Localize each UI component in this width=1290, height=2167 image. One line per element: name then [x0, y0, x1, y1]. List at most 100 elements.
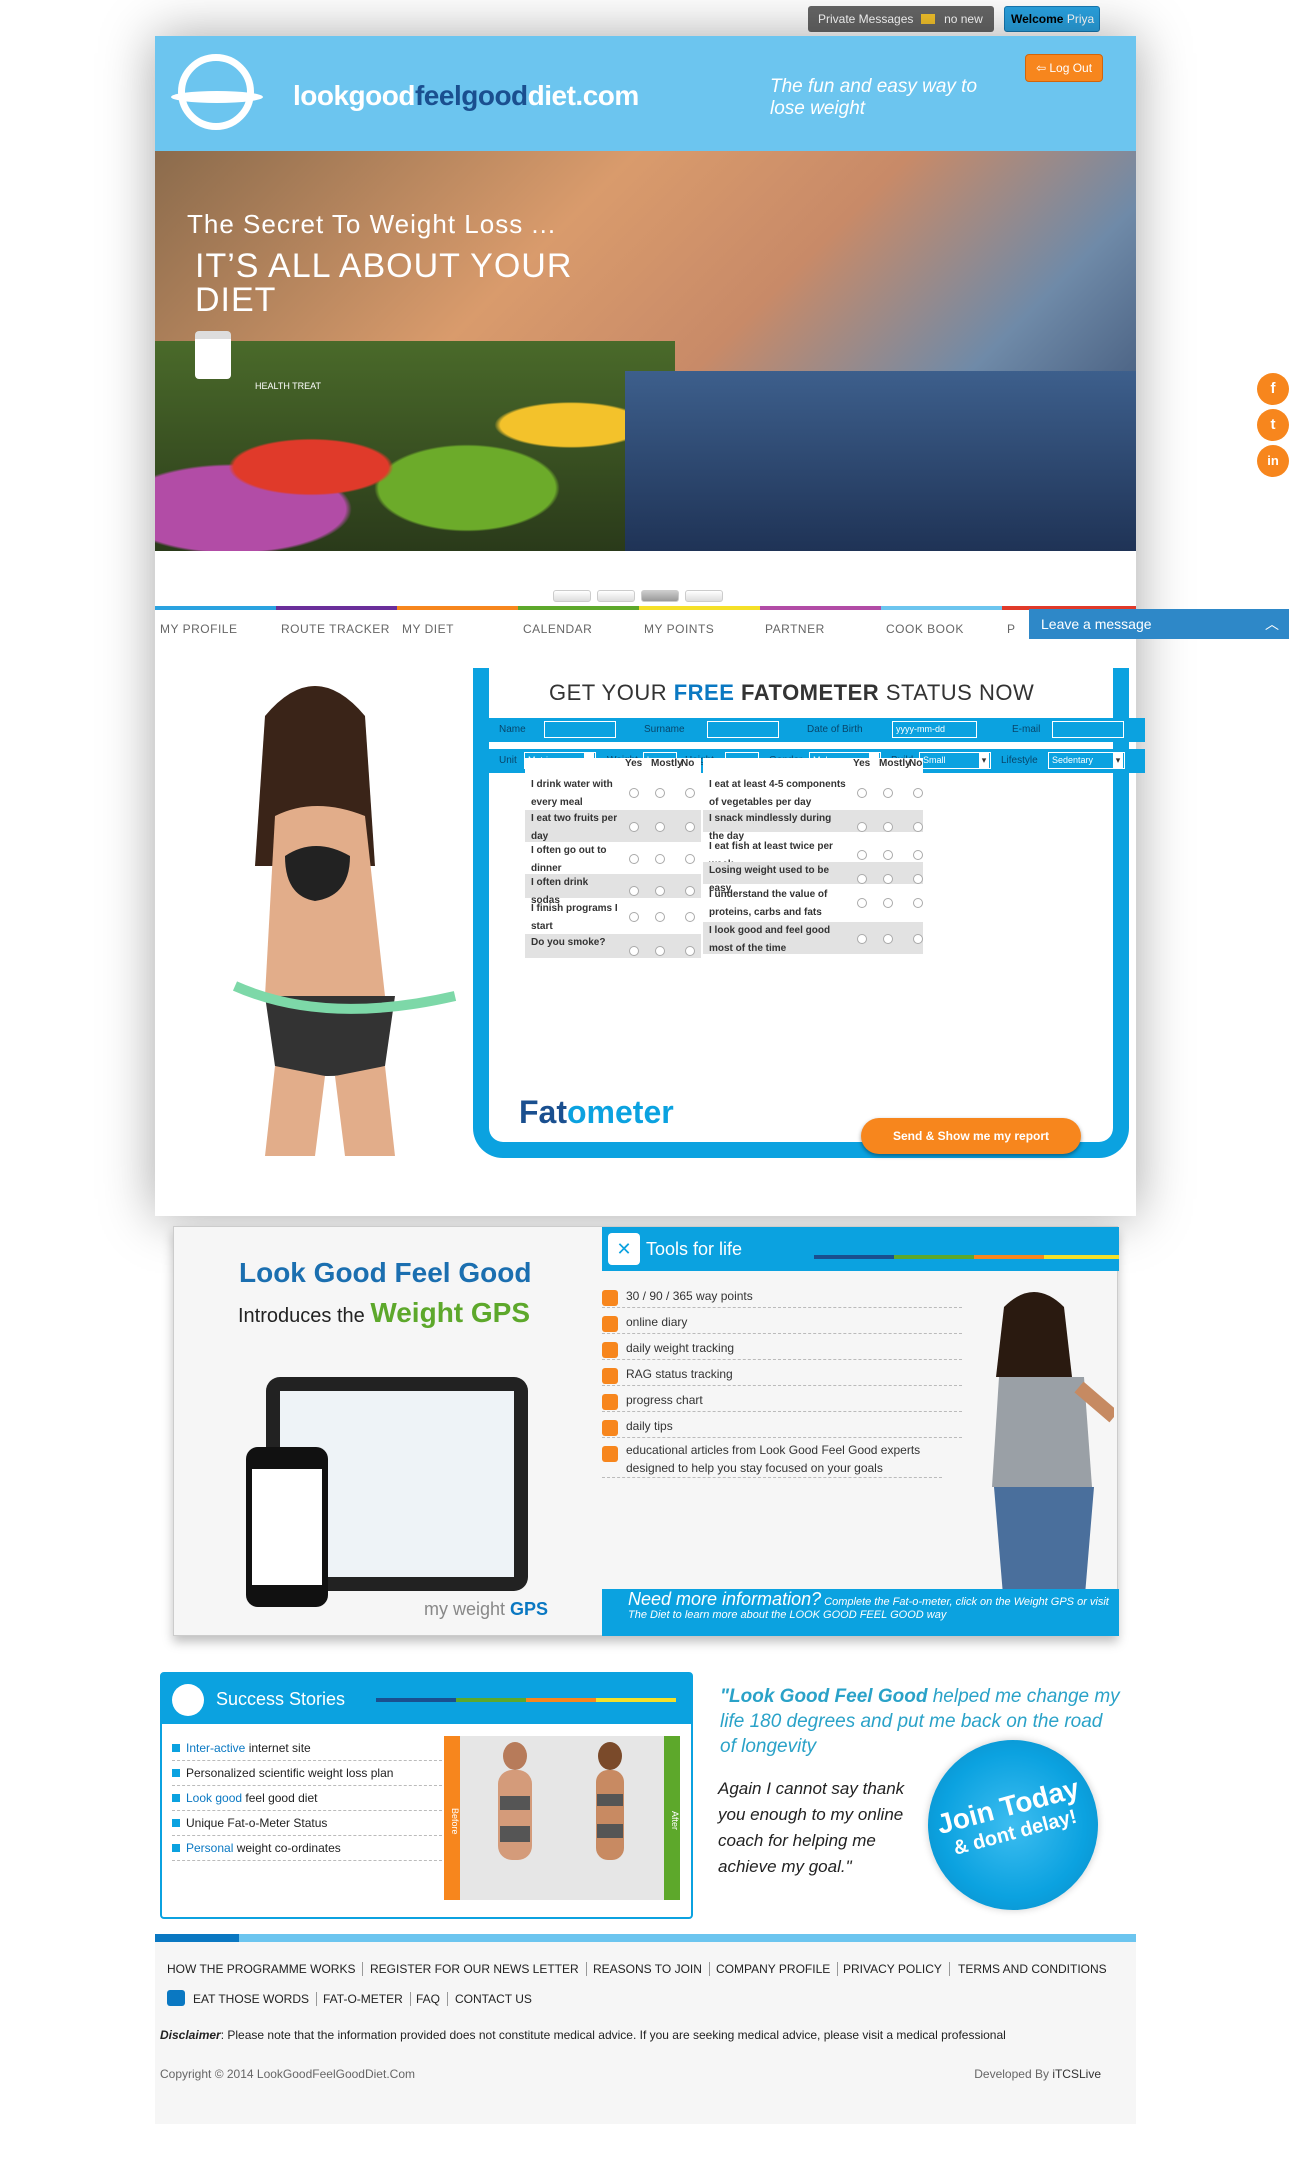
- radio-mostly[interactable]: [655, 854, 665, 864]
- disclaimer-label: Disclaimer: [160, 2028, 221, 2042]
- smile-logo-icon[interactable]: [171, 54, 263, 130]
- question-text: I drink water with every meal: [531, 779, 613, 808]
- radio-yes[interactable]: [857, 822, 867, 832]
- radio-mostly[interactable]: [883, 822, 893, 832]
- radio-yes[interactable]: [857, 898, 867, 908]
- fatometer-logo: Fatometer: [519, 1094, 674, 1131]
- radio-mostly[interactable]: [883, 850, 893, 860]
- radio-yes[interactable]: [857, 850, 867, 860]
- dob-input[interactable]: yyyy-mm-dd: [892, 721, 977, 738]
- site-logo[interactable]: lookgoodfeelgooddiet.com: [293, 80, 639, 112]
- chat-widget[interactable]: Leave a message ︿: [1029, 609, 1289, 639]
- private-messages-button[interactable]: Private Messages no new: [808, 6, 994, 32]
- radio-yes[interactable]: [629, 886, 639, 896]
- radio-no[interactable]: [913, 788, 923, 798]
- logo-part-b: feelgood: [414, 80, 528, 111]
- success-item[interactable]: Personalized scientific weight loss plan: [172, 1761, 442, 1786]
- surname-input[interactable]: [707, 721, 779, 738]
- radio-no[interactable]: [913, 898, 923, 908]
- slider-dot-3[interactable]: [641, 590, 679, 602]
- bullet-icon: [172, 1819, 180, 1827]
- success-highlight: Inter-active: [186, 1741, 246, 1755]
- footer-link-fatometer[interactable]: FAT-O-METER: [323, 1992, 411, 2006]
- footer-link-terms[interactable]: TERMS AND CONDITIONS: [958, 1962, 1114, 1976]
- nav-calendar[interactable]: CALENDAR: [518, 606, 639, 642]
- question-row: I finish programs I start: [525, 900, 701, 932]
- question-text: I often go out to dinner: [531, 845, 607, 874]
- radio-no[interactable]: [913, 934, 923, 944]
- radio-mostly[interactable]: [883, 874, 893, 884]
- nav-my-diet[interactable]: MY DIET: [397, 606, 518, 642]
- success-item[interactable]: Inter-active internet site: [172, 1736, 442, 1761]
- success-item[interactable]: Personal weight co-ordinates: [172, 1836, 442, 1861]
- build-select[interactable]: Small: [919, 752, 991, 769]
- footer-link-register[interactable]: REGISTER FOR OUR NEWS LETTER: [370, 1962, 587, 1976]
- question-row: Do you smoke?: [525, 934, 701, 958]
- name-input[interactable]: [544, 721, 616, 738]
- developer-name[interactable]: iTCSLive: [1052, 2067, 1101, 2081]
- footer-link-faq[interactable]: FAQ: [416, 1992, 449, 2006]
- success-item[interactable]: Unique Fat-o-Meter Status: [172, 1811, 442, 1836]
- radio-mostly[interactable]: [883, 934, 893, 944]
- nav-my-points[interactable]: MY POINTS: [639, 606, 760, 642]
- radio-mostly[interactable]: [655, 788, 665, 798]
- col-header-yes: Yes: [625, 758, 643, 769]
- nav-route-tracker[interactable]: ROUTE TRACKER: [276, 606, 397, 642]
- twitter-icon[interactable]: t: [1257, 409, 1289, 441]
- radio-no[interactable]: [685, 788, 695, 798]
- pointing-woman-image: [992, 1292, 1114, 1607]
- footer-link-how[interactable]: HOW THE PROGRAMME WORKS: [167, 1962, 364, 1976]
- logout-button[interactable]: ⇦ Log Out: [1025, 54, 1103, 82]
- col-header-mostly: Mostly: [651, 758, 683, 769]
- logo-fat: Fat: [519, 1094, 567, 1130]
- radio-no[interactable]: [913, 874, 923, 884]
- radio-no[interactable]: [913, 822, 923, 832]
- email-input[interactable]: [1052, 721, 1124, 738]
- footer-link-privacy[interactable]: PRIVACY POLICY: [843, 1962, 950, 1976]
- radio-yes[interactable]: [629, 822, 639, 832]
- radio-yes[interactable]: [857, 874, 867, 884]
- slider-dot-2[interactable]: [597, 590, 635, 602]
- bullet-icon: [172, 1744, 180, 1752]
- footer-link-reasons[interactable]: REASONS TO JOIN: [593, 1962, 710, 1976]
- radio-mostly[interactable]: [655, 886, 665, 896]
- radio-mostly[interactable]: [883, 788, 893, 798]
- radio-mostly[interactable]: [655, 946, 665, 956]
- nav-my-profile[interactable]: MY PROFILE: [155, 606, 276, 642]
- slider-dot-4[interactable]: [685, 590, 723, 602]
- tool-icon: [602, 1394, 618, 1410]
- tool-item: RAG status tracking: [602, 1363, 962, 1386]
- radio-yes[interactable]: [857, 934, 867, 944]
- footer-link-contact[interactable]: CONTACT US: [455, 1992, 539, 2006]
- footer-link-company[interactable]: COMPANY PROFILE: [716, 1962, 839, 1976]
- disclaimer-text: : Please note that the information provi…: [220, 2028, 1006, 2042]
- welcome-button[interactable]: Welcome Priya: [1004, 6, 1100, 32]
- nav-partner[interactable]: PARTNER: [760, 606, 881, 642]
- unit-label: Unit: [499, 755, 517, 766]
- success-item[interactable]: Look good feel good diet: [172, 1786, 442, 1811]
- after-label: After: [664, 1736, 680, 1900]
- radio-yes[interactable]: [629, 854, 639, 864]
- radio-yes[interactable]: [629, 946, 639, 956]
- radio-no[interactable]: [685, 912, 695, 922]
- radio-mostly[interactable]: [883, 898, 893, 908]
- radio-mostly[interactable]: [655, 912, 665, 922]
- radio-yes[interactable]: [857, 788, 867, 798]
- radio-yes[interactable]: [629, 912, 639, 922]
- radio-no[interactable]: [685, 854, 695, 864]
- radio-no[interactable]: [685, 946, 695, 956]
- slider-dot-1[interactable]: [553, 590, 591, 602]
- radio-no[interactable]: [685, 822, 695, 832]
- linkedin-icon[interactable]: in: [1257, 445, 1289, 477]
- lifestyle-select[interactable]: Sedentary: [1048, 752, 1125, 769]
- footer-link-eat-words[interactable]: EAT THOSE WORDS: [193, 1992, 318, 2006]
- radio-no[interactable]: [685, 886, 695, 896]
- radio-mostly[interactable]: [655, 822, 665, 832]
- blogger-icon[interactable]: [167, 1990, 185, 2006]
- facebook-icon[interactable]: f: [1257, 373, 1289, 405]
- send-report-button[interactable]: Send & Show me my report: [861, 1118, 1081, 1154]
- nav-cook-book[interactable]: COOK BOOK: [881, 606, 1002, 642]
- welcome-label: Welcome: [1011, 12, 1064, 26]
- radio-yes[interactable]: [629, 788, 639, 798]
- radio-no[interactable]: [913, 850, 923, 860]
